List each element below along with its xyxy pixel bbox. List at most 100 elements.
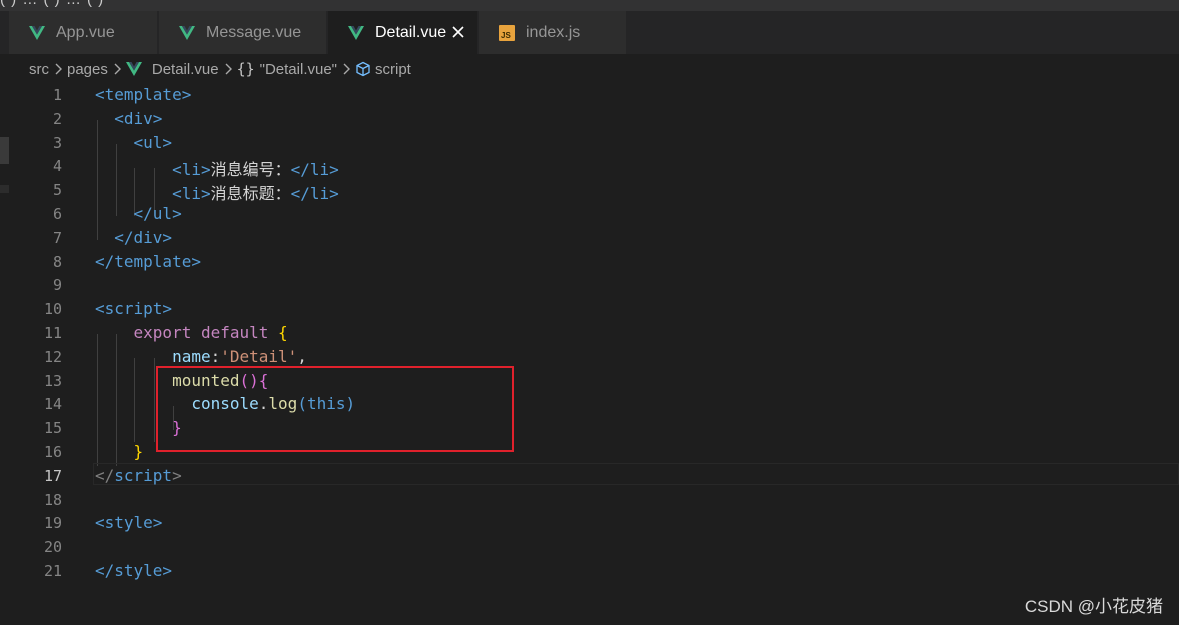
line-number: 11 <box>43 324 62 342</box>
line-number: 3 <box>52 133 62 152</box>
code-line[interactable]: 9 <box>0 274 1179 298</box>
code-token: 'Detail' <box>220 346 298 366</box>
breadcrumb-pages[interactable]: pages <box>67 61 108 78</box>
code-text: <li>消息编号：</li> <box>95 156 339 180</box>
code-token: script <box>114 465 173 485</box>
code-token: <script> <box>95 299 173 319</box>
code-token: </template> <box>95 251 201 271</box>
code-token: 消息标题： <box>210 184 291 204</box>
vue-icon <box>179 25 195 41</box>
chevron-right-icon <box>54 63 62 75</box>
tab-label: Detail.vue <box>375 23 447 41</box>
vue-icon <box>348 25 364 41</box>
code-line[interactable]: 10 <script> <box>0 298 1179 322</box>
line-number: 20 <box>43 538 62 557</box>
line-number: 6 <box>52 205 62 223</box>
code-token: 消息编号： <box>210 160 291 180</box>
line-number: 21 <box>43 562 62 580</box>
line-number: 4 <box>52 157 62 176</box>
line-number: 14 <box>43 395 62 414</box>
breadcrumb-file[interactable]: Detail.vue <box>125 61 219 78</box>
line-number: 10 <box>43 300 62 319</box>
vue-icon <box>29 25 45 41</box>
line-number: 16 <box>43 443 62 461</box>
code-line[interactable]: 4 <li>消息编号：</li> <box>0 155 1179 179</box>
code-editor[interactable]: 1 <template> 2 <div> 3 <ul> 4 <li>消息编号：</li>… <box>0 84 1179 604</box>
code-text: </style> <box>95 561 172 580</box>
line-number: 12 <box>43 347 62 366</box>
code-token: </ul> <box>133 204 182 223</box>
code-token: </li> <box>290 160 339 180</box>
code-line[interactable]: 21 </style> <box>0 560 1179 584</box>
code-token: default <box>200 323 269 342</box>
tab-detail-vue[interactable]: Detail.vue <box>328 11 478 54</box>
chevron-right-icon <box>342 63 350 75</box>
code-line[interactable]: 11 export default { <box>0 322 1179 346</box>
annotation-highlight-box <box>156 366 514 452</box>
code-line[interactable]: 1 <template> <box>0 84 1179 108</box>
line-number: 19 <box>43 514 62 533</box>
code-token: name <box>172 346 211 366</box>
code-text: <li>消息标题：</li> <box>95 180 339 204</box>
breadcrumb-src[interactable]: src <box>29 61 49 78</box>
watermark: CSDN @小花皮猪 <box>1024 597 1163 616</box>
code-line[interactable]: 20 <box>0 536 1179 560</box>
line-number: 13 <box>43 371 62 390</box>
code-token: <ul> <box>133 132 173 152</box>
code-text: name:'Detail', <box>95 347 307 366</box>
breadcrumb: src pages Detail.vue {} "Detail.vue" scr… <box>0 54 1179 84</box>
tab-label: Message.vue <box>206 23 302 41</box>
code-text: <ul> <box>95 132 173 152</box>
code-line[interactable]: 3 <ul> <box>0 132 1179 156</box>
close-icon[interactable] <box>449 23 467 41</box>
code-line[interactable]: 8 </template> <box>0 251 1179 275</box>
title-strip: ( ) … ( ) … ( ) <box>0 0 1179 11</box>
code-text: </div> <box>95 228 172 247</box>
code-line[interactable]: 5 <li>消息标题：</li> <box>0 179 1179 203</box>
vue-icon <box>125 62 142 76</box>
chevron-right-icon <box>224 63 232 75</box>
code-text: <script> <box>95 299 172 318</box>
braces-icon: {} <box>236 60 255 78</box>
code-text: } <box>95 442 144 461</box>
title-strip-text: ( ) … ( ) … ( ) <box>0 0 104 8</box>
code-text: <div> <box>95 109 162 128</box>
code-token: <div> <box>114 108 163 128</box>
tab-message-vue[interactable]: Message.vue <box>159 11 327 54</box>
code-line[interactable]: 7 </div> <box>0 227 1179 251</box>
code-token: export <box>133 323 192 342</box>
code-text: </script> <box>95 466 182 485</box>
line-number: 17 <box>43 466 62 485</box>
code-token: { <box>278 323 288 342</box>
code-token: <li> <box>172 184 211 204</box>
js-icon: JS <box>499 24 515 41</box>
code-line[interactable]: 19 <style> <box>0 512 1179 536</box>
breadcrumb-script[interactable]: script <box>355 61 411 78</box>
code-line[interactable]: 6 </ul> <box>0 203 1179 227</box>
tab-index-js[interactable]: JS index.js <box>479 11 627 54</box>
code-text: export default { <box>95 323 288 342</box>
tab-label: App.vue <box>56 23 115 41</box>
code-line[interactable]: 17 </script> <box>0 465 1179 489</box>
chevron-right-icon <box>113 63 121 75</box>
code-text: </template> <box>95 252 201 271</box>
code-line[interactable]: 2 <div> <box>0 108 1179 132</box>
tab-app-vue[interactable]: App.vue <box>9 11 158 54</box>
line-number: 1 <box>52 86 62 104</box>
line-number: 15 <box>43 419 62 438</box>
code-token: <template> <box>95 85 192 104</box>
line-number: 7 <box>52 228 62 247</box>
code-line[interactable]: 18 <box>0 489 1179 513</box>
breadcrumb-module[interactable]: {} "Detail.vue" <box>237 60 337 78</box>
code-token: </style> <box>95 561 173 580</box>
